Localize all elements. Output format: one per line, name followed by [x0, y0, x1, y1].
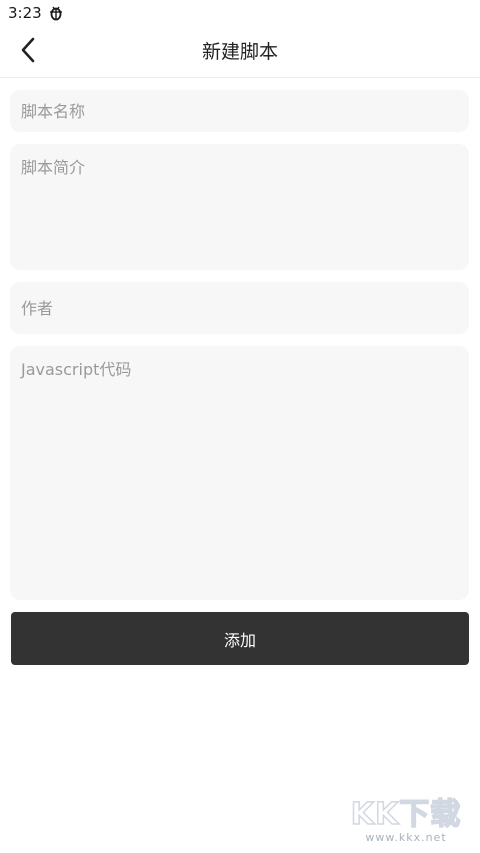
- author-input[interactable]: [10, 282, 469, 334]
- add-button[interactable]: 添加: [11, 612, 469, 665]
- script-description-input[interactable]: [10, 144, 469, 270]
- page-title: 新建脚本: [201, 41, 278, 63]
- bug-icon: [48, 5, 64, 21]
- javascript-code-input[interactable]: [10, 346, 469, 600]
- status-bar: 3:23: [0, 0, 480, 26]
- watermark-logo: KK下载: [350, 797, 462, 832]
- watermark: KK下载 www.kkx.net: [346, 797, 466, 847]
- status-time: 3:23: [8, 4, 42, 22]
- app-header: 新建脚本: [0, 26, 480, 78]
- watermark-url: www.kkx.net: [365, 831, 447, 844]
- script-name-input[interactable]: [10, 90, 469, 132]
